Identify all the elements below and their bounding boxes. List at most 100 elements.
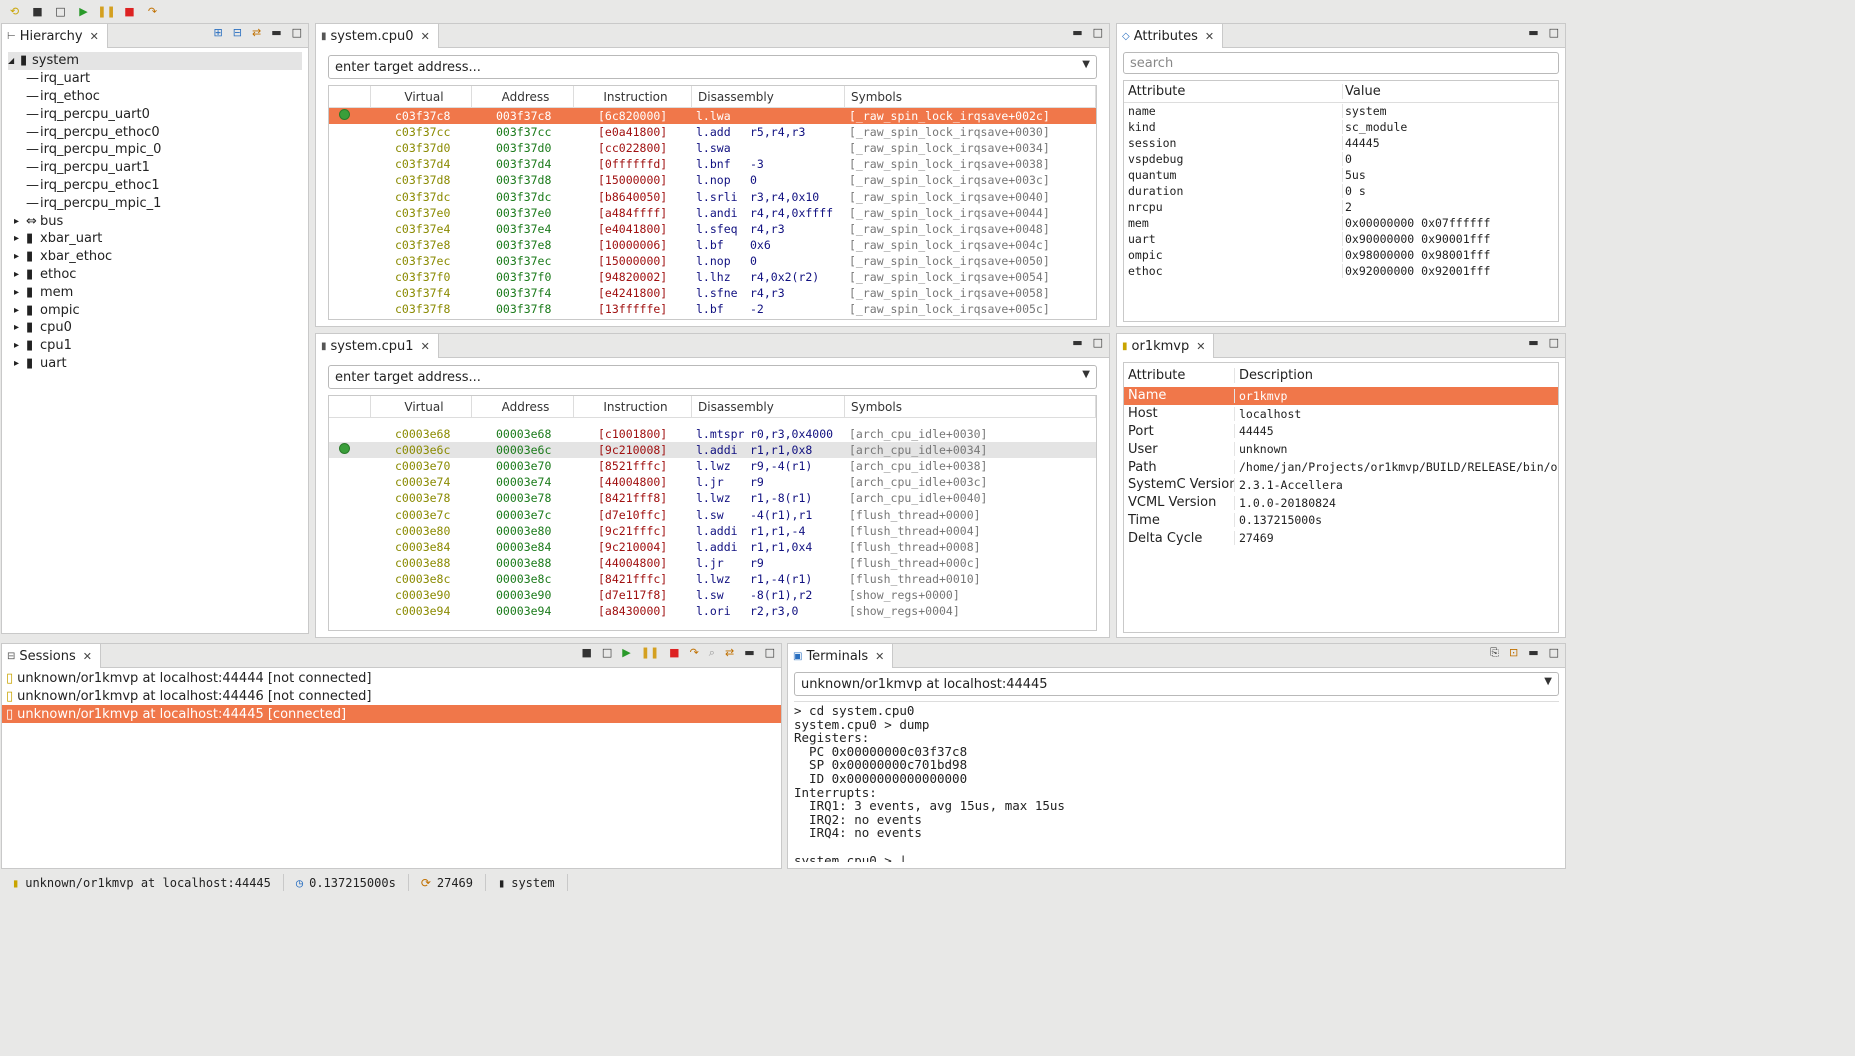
maximize-icon[interactable]: □ xyxy=(1549,26,1559,39)
tab-cpu1[interactable]: ▮ system.cpu1 ✕ xyxy=(316,334,439,358)
info-row[interactable]: User unknown xyxy=(1124,440,1558,458)
tree-item[interactable]: ▸ ⇔ bus xyxy=(8,212,302,230)
attribute-row[interactable]: ompic 0x98000000 0x98001fff xyxy=(1124,247,1558,263)
table-row[interactable]: c0003e78 00003e78 [8421fff8] l.lwz r1,-8(r1)… xyxy=(329,490,1096,506)
tree-item[interactable]: — irq_percpu_uart1 xyxy=(8,159,302,177)
maximize-icon[interactable]: □ xyxy=(1549,646,1559,660)
close-icon[interactable]: ✕ xyxy=(83,650,92,663)
table-row[interactable]: c0003e80 00003e80 [9c21fffc] l.addi r1,r1,-4… xyxy=(329,523,1096,539)
col-attribute[interactable]: Attribute xyxy=(1124,368,1234,383)
kill-icon[interactable]: ■ xyxy=(669,646,679,660)
table-row[interactable]: c03f37dc 003f37dc [b8640050] l.srli r3,r4,0x… xyxy=(329,188,1096,204)
info-row[interactable]: Delta Cycle 27469 xyxy=(1124,529,1558,547)
search-icon[interactable]: ⌕ xyxy=(709,646,715,660)
kill-icon[interactable]: ■ xyxy=(121,3,138,20)
collapse-arrow-icon[interactable]: ◢ xyxy=(8,56,20,65)
scroll-lock-icon[interactable]: ⊡ xyxy=(1509,646,1518,660)
minimize-icon[interactable]: ▬ xyxy=(1072,26,1082,39)
expand-arrow-icon[interactable]: ▸ xyxy=(14,287,26,298)
table-row[interactable]: c03f37f4 003f37f4 [e4241800] l.sfne r4,r3 [_r… xyxy=(329,285,1096,301)
target-address-input[interactable]: enter target address... ▼ xyxy=(328,365,1097,389)
table-row[interactable]: c03f37c8 003f37c8 [6c820000] l.lwa [_raw_spi… xyxy=(329,108,1096,125)
connect-icon[interactable]: ⟲ xyxy=(6,3,23,20)
close-icon[interactable]: ✕ xyxy=(421,30,430,43)
terminal-output[interactable]: > cd system.cpu0 system.cpu0 > dump Regist… xyxy=(794,701,1559,862)
minimize-icon[interactable]: ▬ xyxy=(744,646,754,660)
square-icon[interactable]: □ xyxy=(602,646,612,660)
tree-item[interactable]: ▸ ▮ mem xyxy=(8,283,302,301)
info-row[interactable]: Name or1kmvp xyxy=(1124,387,1558,405)
tree-item[interactable]: — irq_percpu_ethoc1 xyxy=(8,177,302,195)
run-icon[interactable]: ▶ xyxy=(622,646,630,660)
table-row[interactable]: c0003e84 00003e84 [9c210004] l.addi r1,r1,0x… xyxy=(329,539,1096,555)
col-instruction[interactable]: Instruction xyxy=(574,396,692,418)
info-row[interactable]: VCML Version 1.0.0-20180824 xyxy=(1124,494,1558,512)
step-icon[interactable]: ↷ xyxy=(690,646,699,660)
stop-icon[interactable]: ■ xyxy=(29,3,46,20)
col-value[interactable]: Value xyxy=(1342,84,1558,99)
col-description[interactable]: Description xyxy=(1234,367,1558,383)
sync-icon[interactable]: ⇄ xyxy=(252,26,261,39)
attribute-search-input[interactable]: search xyxy=(1123,52,1559,74)
table-row[interactable]: c0003e74 00003e74 [44004800] l.jr r9 [arch_cp… xyxy=(329,474,1096,490)
chevron-down-icon[interactable]: ▼ xyxy=(1544,676,1552,687)
pause-icon[interactable]: ❚❚ xyxy=(97,3,115,20)
chevron-down-icon[interactable]: ▼ xyxy=(1082,59,1090,70)
close-icon[interactable]: ✕ xyxy=(90,30,99,43)
attribute-row[interactable]: nrcpu 2 xyxy=(1124,199,1558,215)
tree-item[interactable]: — irq_percpu_mpic_1 xyxy=(8,194,302,212)
table-row[interactable]: c03f37d4 003f37d4 [0ffffffd] l.bnf -3 [_raw_s… xyxy=(329,156,1096,172)
table-row[interactable]: c03f37cc 003f37cc [e0a41800] l.add r5,r4,r3 [… xyxy=(329,124,1096,140)
table-row[interactable]: c03f37d8 003f37d8 [15000000] l.nop 0 [_raw_sp… xyxy=(329,172,1096,188)
minimize-icon[interactable]: ▬ xyxy=(1528,336,1538,349)
table-row[interactable]: c03f37ec 003f37ec [15000000] l.nop 0 [_raw_sp… xyxy=(329,253,1096,269)
collapse-all-icon[interactable]: ⊟ xyxy=(233,26,242,39)
tree-item[interactable]: — irq_percpu_ethoc0 xyxy=(8,123,302,141)
expand-arrow-icon[interactable]: ▸ xyxy=(14,233,26,244)
step-icon[interactable]: ↷ xyxy=(144,3,161,20)
session-item[interactable]: ▯ unknown/or1kmvp at localhost:44444 [not… xyxy=(2,669,781,687)
run-icon[interactable]: ▶ xyxy=(75,3,92,20)
table-row[interactable]: c0003e90 00003e90 [d7e117f8] l.sw -8(r1),r2 [… xyxy=(329,587,1096,603)
table-row[interactable]: c03f37e4 003f37e4 [e4041800] l.sfeq r4,r3 [_r… xyxy=(329,221,1096,237)
attribute-row[interactable]: kind sc_module xyxy=(1124,119,1558,135)
square-icon[interactable]: □ xyxy=(52,3,69,20)
expand-arrow-icon[interactable]: ▸ xyxy=(14,216,26,227)
close-icon[interactable]: ✕ xyxy=(421,340,430,353)
chevron-down-icon[interactable]: ▼ xyxy=(1082,369,1090,380)
expand-arrow-icon[interactable]: ▸ xyxy=(14,305,26,316)
attribute-row[interactable]: ethoc 0x92000000 0x92001fff xyxy=(1124,263,1558,279)
close-icon[interactable]: ✕ xyxy=(1196,340,1205,353)
tree-item[interactable]: ▸ ▮ ompic xyxy=(8,301,302,319)
tab-attributes[interactable]: ◇ Attributes ✕ xyxy=(1117,24,1224,48)
stop-icon[interactable]: ■ xyxy=(581,646,591,660)
attribute-row[interactable]: name system xyxy=(1124,103,1558,119)
table-row[interactable]: c0003e6c 00003e6c [9c210008] l.addi r1,r1,0x… xyxy=(329,442,1096,459)
info-row[interactable]: Path/home/jan/Projects/or1kmvp/BUILD/REL… xyxy=(1124,458,1558,476)
tab-sessions[interactable]: ⊟ Sessions ✕ xyxy=(2,644,101,668)
tab-hierarchy[interactable]: ⊢ Hierarchy ✕ xyxy=(2,24,108,48)
col-address[interactable]: Address xyxy=(472,86,574,108)
table-row[interactable]: c03f37f0 003f37f0 [94820002] l.lhz r4,0x2(r2… xyxy=(329,269,1096,285)
minimize-icon[interactable]: ▬ xyxy=(271,26,281,39)
expand-arrow-icon[interactable]: ▸ xyxy=(14,340,26,351)
pause-icon[interactable]: ❚❚ xyxy=(641,646,659,660)
attribute-row[interactable]: mem 0x00000000 0x07ffffff xyxy=(1124,215,1558,231)
maximize-icon[interactable]: □ xyxy=(1093,26,1103,39)
tree-item[interactable]: ▸ ▮ ethoc xyxy=(8,266,302,284)
info-row[interactable]: Host localhost xyxy=(1124,405,1558,423)
session-item[interactable]: ▯ unknown/or1kmvp at localhost:44446 [not… xyxy=(2,687,781,705)
tab-terminals[interactable]: ▣ Terminals ✕ xyxy=(788,644,894,668)
close-icon[interactable]: ✕ xyxy=(875,650,884,663)
tree-item[interactable]: — irq_percpu_mpic_0 xyxy=(8,141,302,159)
session-item[interactable]: ▯ unknown/or1kmvp at localhost:44445 [con… xyxy=(2,705,781,723)
maximize-icon[interactable]: □ xyxy=(1093,336,1103,349)
clear-console-icon[interactable]: ⎘ xyxy=(1490,646,1499,660)
tree-item[interactable]: — irq_ethoc xyxy=(8,88,302,106)
minimize-icon[interactable]: ▬ xyxy=(1528,646,1538,660)
expand-arrow-icon[interactable]: ▸ xyxy=(14,269,26,280)
table-row[interactable]: c0003e94 00003e94 [a8430000] l.ori r2,r3,0 [s… xyxy=(329,603,1096,619)
table-row[interactable]: c0003e70 00003e70 [8521fffc] l.lwz r9,-4(r1)… xyxy=(329,458,1096,474)
col-instruction[interactable]: Instruction xyxy=(574,86,692,108)
minimize-icon[interactable]: ▬ xyxy=(1528,26,1538,39)
